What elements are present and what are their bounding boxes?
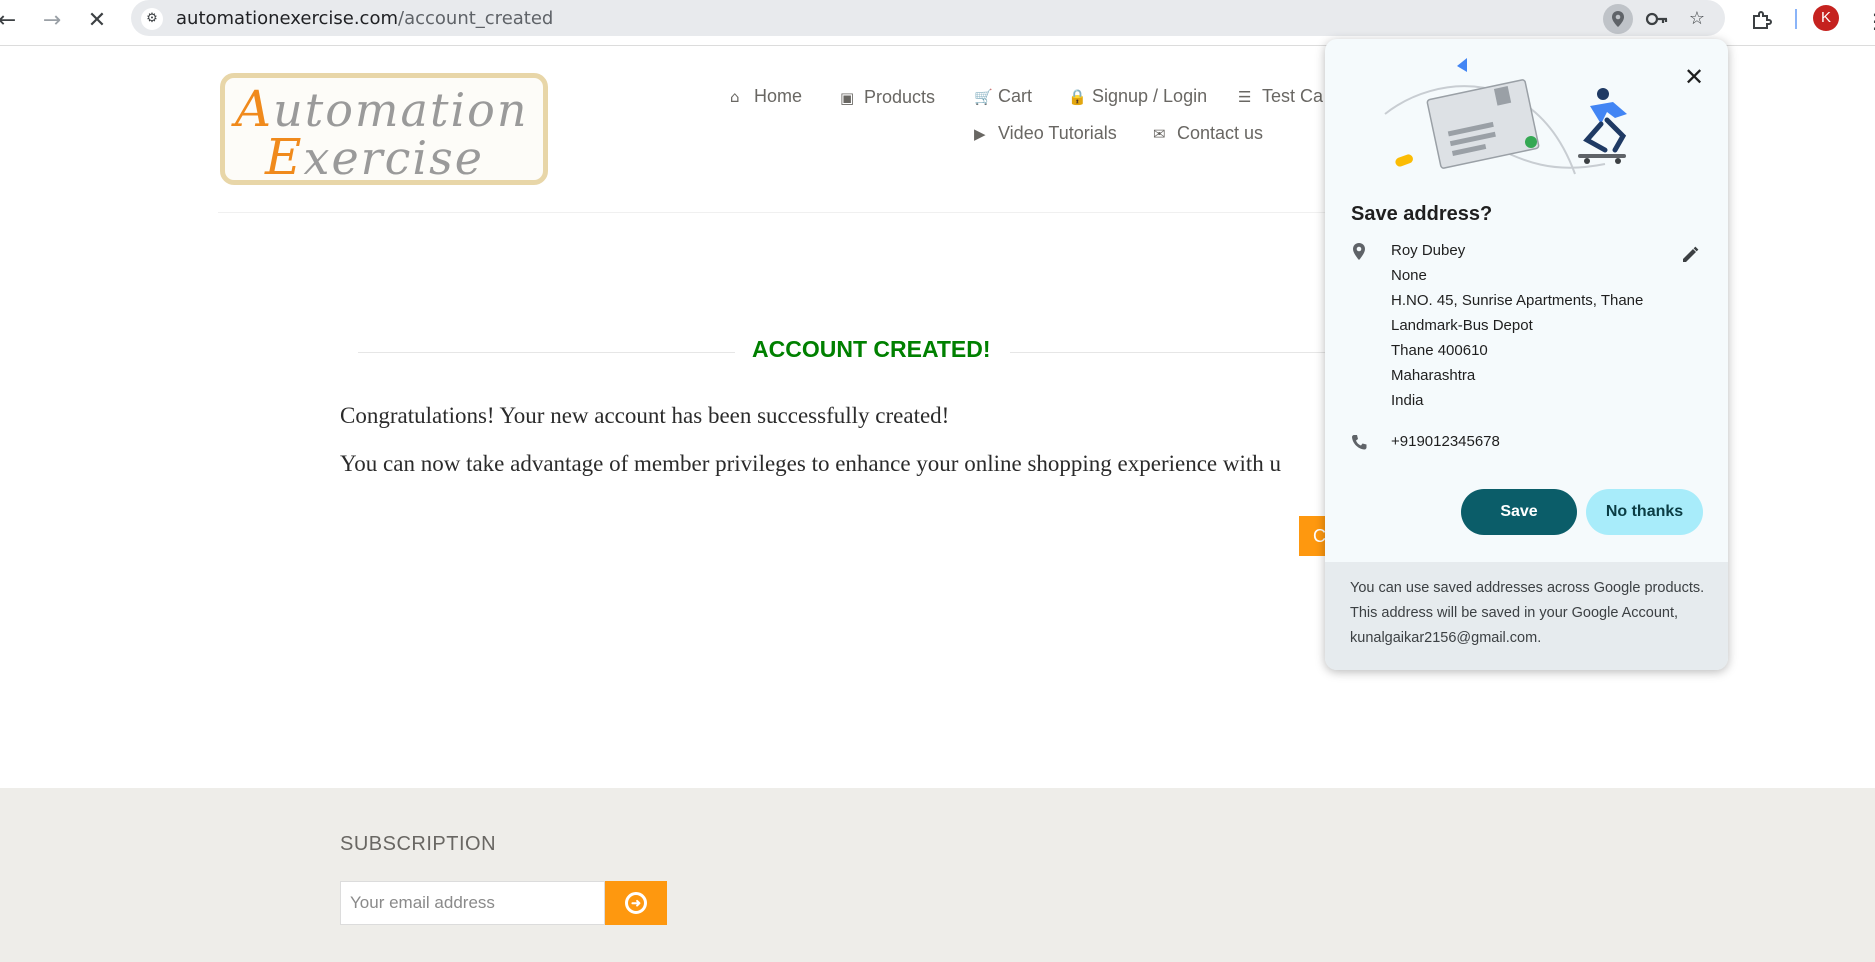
- save-button[interactable]: Save: [1461, 489, 1577, 535]
- no-thanks-button[interactable]: No thanks: [1586, 489, 1703, 535]
- dialog-footer-text: You can use saved addresses across Googl…: [1350, 580, 1705, 646]
- cart-icon: 🛒: [974, 88, 993, 106]
- address-block: Roy Dubey None H.NO. 45, Sunrise Apartme…: [1391, 241, 1643, 416]
- nav-cart[interactable]: 🛒 Cart: [974, 86, 1032, 107]
- congratulations-message: Congratulations! Your new account has be…: [340, 403, 950, 428]
- dialog-footer: You can use saved addresses across Googl…: [1325, 562, 1728, 670]
- header-divider: [218, 212, 1338, 213]
- address-bar[interactable]: ⚙ automationexercise.com/account_created…: [131, 0, 1725, 36]
- menu-kebab-icon[interactable]: ⋮: [1860, 6, 1875, 36]
- location-pin-icon[interactable]: [1603, 4, 1633, 34]
- stop-loading-icon[interactable]: ✕: [82, 6, 112, 36]
- url-domain: automationexercise.com: [176, 8, 399, 29]
- briefcase-icon: ▣: [840, 89, 855, 107]
- nav-test-cases[interactable]: ☰ Test Ca: [1238, 86, 1323, 107]
- address-name: Roy Dubey: [1391, 242, 1466, 259]
- youtube-icon: ▶: [974, 125, 986, 143]
- back-icon[interactable]: ←: [0, 6, 22, 36]
- nav-video-tutorials[interactable]: ▶ Video Tutorials: [974, 123, 1117, 144]
- title-rule-right: [1010, 352, 1328, 353]
- key-icon[interactable]: [1642, 4, 1672, 34]
- footer: [0, 788, 1875, 962]
- nav-home[interactable]: ⌂ Home: [730, 86, 802, 107]
- site-info-icon[interactable]: ⚙: [141, 8, 163, 30]
- address-state: Maharashtra: [1391, 367, 1476, 384]
- arrow-circle-right-icon: ➜: [625, 892, 647, 914]
- privileges-message: You can now take advantage of member pri…: [340, 451, 1282, 476]
- list-icon: ☰: [1238, 88, 1252, 106]
- title-rule-left: [358, 352, 735, 353]
- nav-contact-us[interactable]: ✉ Contact us: [1153, 123, 1263, 144]
- phone-icon: [1352, 435, 1367, 450]
- address-company: None: [1391, 267, 1427, 284]
- address-country: India: [1391, 392, 1424, 409]
- extensions-icon[interactable]: [1746, 6, 1776, 36]
- site-logo[interactable]: Automation Exercise: [220, 73, 548, 186]
- forward-icon[interactable]: →: [37, 6, 67, 36]
- edit-pencil-icon[interactable]: [1677, 242, 1703, 268]
- home-icon: ⌂: [730, 88, 740, 106]
- toolbar-separator: [1795, 9, 1797, 29]
- envelope-icon: ✉: [1153, 125, 1166, 143]
- bookmark-star-icon[interactable]: ☆: [1682, 4, 1712, 34]
- address-landmark: Landmark-Bus Depot: [1391, 317, 1533, 334]
- lock-icon: 🔒: [1068, 88, 1087, 106]
- close-icon[interactable]: ✕: [1679, 62, 1709, 92]
- logo-line-2: Exercise: [265, 128, 484, 186]
- subscription-email-input[interactable]: [340, 881, 605, 925]
- location-pin-icon: [1353, 243, 1365, 260]
- dialog-title: Save address?: [1351, 203, 1493, 225]
- subscribe-button[interactable]: ➜: [605, 881, 667, 925]
- profile-avatar[interactable]: K: [1813, 5, 1839, 31]
- nav-signup-login[interactable]: 🔒 Signup / Login: [1068, 86, 1207, 107]
- url-text[interactable]: automationexercise.com/account_created: [176, 8, 553, 29]
- subscription-title: SUBSCRIPTION: [340, 833, 497, 855]
- save-address-dialog: ✕ Save address? Roy Dubey None H.NO. 45,…: [1325, 39, 1728, 670]
- address-city-zip: Thane 400610: [1391, 342, 1488, 359]
- url-path: /account_created: [398, 8, 554, 29]
- nav-products[interactable]: ▣ Products: [840, 87, 935, 108]
- address-street: H.NO. 45, Sunrise Apartments, Thane: [1391, 292, 1644, 309]
- account-created-title: ACCOUNT CREATED!: [752, 336, 991, 362]
- phone-number: +919012345678: [1391, 433, 1500, 450]
- logo-line-2-text: xercise: [303, 131, 484, 185]
- envelope-skater-illustration: [1384, 58, 1627, 175]
